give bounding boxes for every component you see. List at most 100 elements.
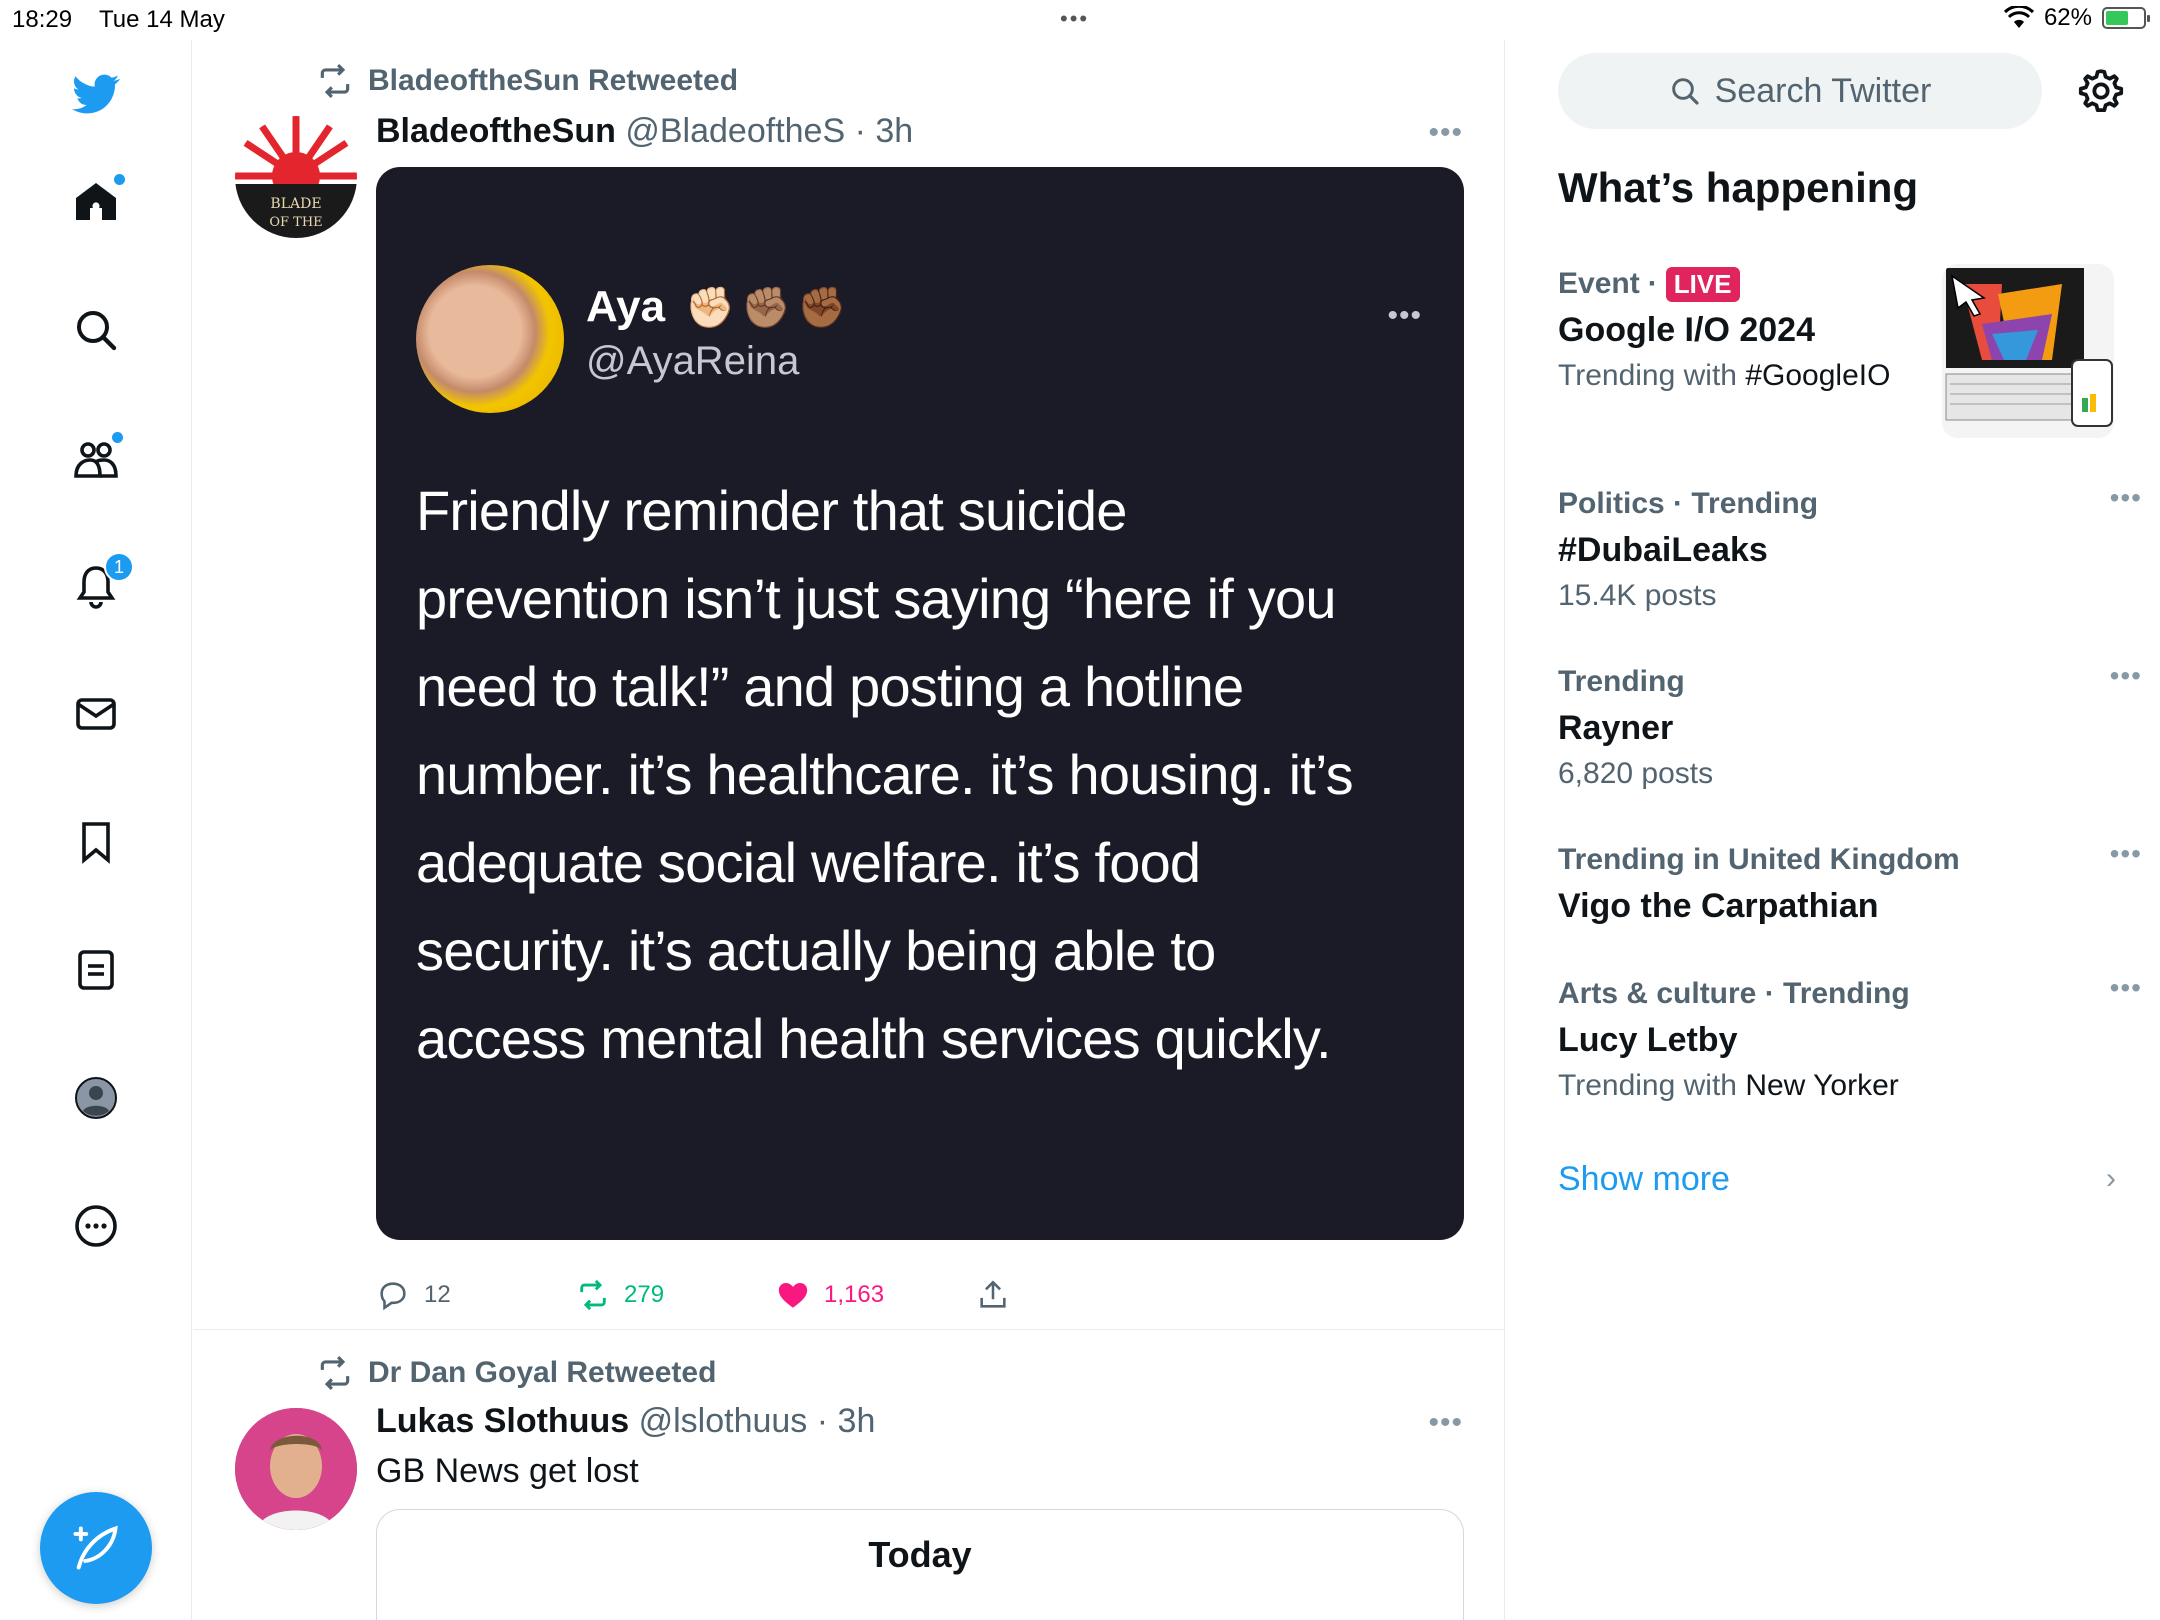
- battery-icon: [2102, 7, 2150, 29]
- svg-text:OF THE: OF THE: [269, 215, 322, 230]
- quoted-author-name: Aya: [586, 282, 666, 331]
- home-timeline: BladeoftheSun Retweeted BLADE OF THE Bla…: [193, 40, 1505, 1620]
- quoted-text-line: access mental health services quickly.: [416, 1007, 1332, 1070]
- home-icon: [76, 183, 116, 220]
- twitter-logo-icon[interactable]: [64, 62, 128, 126]
- trend-post-count: 6,820 posts: [1558, 757, 1714, 790]
- trend-sub-hashtag: #GoogleIO: [1745, 359, 1891, 392]
- share-button[interactable]: [976, 1278, 1176, 1312]
- nav-bookmarks[interactable]: [64, 810, 128, 874]
- heart-icon: [778, 1282, 808, 1308]
- nav-communities[interactable]: [64, 426, 128, 490]
- quoted-text-line: security. it’s actually being able to: [416, 919, 1216, 982]
- quoted-text-line: prevention isn’t just saying “here if yo…: [416, 567, 1337, 630]
- trend-category: Trending in United Kingdom: [1558, 843, 1960, 876]
- tweet-more-button[interactable]: •••: [1428, 116, 1463, 150]
- retweet-icon: [320, 64, 350, 98]
- wifi-icon: [2003, 6, 2034, 28]
- nav-home[interactable]: [64, 170, 128, 234]
- trend-more-button[interactable]: •••: [2110, 482, 2142, 514]
- profile-icon: [75, 1077, 117, 1119]
- search-placeholder: Search Twitter: [1714, 71, 1932, 110]
- quoted-author-avatar: [416, 265, 564, 413]
- trend-more-button[interactable]: •••: [2110, 838, 2142, 870]
- trend-sub-prefix: Trending with: [1558, 1069, 1737, 1102]
- tweet-card[interactable]: Today: [376, 1509, 1464, 1620]
- multitasking-dots[interactable]: •••: [1060, 6, 1089, 32]
- nav-lists[interactable]: [64, 938, 128, 1002]
- quoted-author-emojis: ✊🏻✊🏽✊🏾: [685, 286, 853, 330]
- nav-explore[interactable]: [64, 298, 128, 362]
- retweeted-by[interactable]: Dr Dan Goyal Retweeted: [368, 1356, 716, 1390]
- status-time: 18:29: [12, 6, 73, 33]
- card-title: Today: [868, 1534, 972, 1575]
- nav-notifications[interactable]: 1: [64, 552, 134, 618]
- nav-more[interactable]: [64, 1194, 128, 1258]
- trend-more-button[interactable]: •••: [2110, 660, 2142, 692]
- tweet-text: GB News get lost: [376, 1452, 639, 1490]
- trend-image[interactable]: [1942, 264, 2114, 438]
- status-date: Tue 14 May: [99, 6, 225, 33]
- google-io-illustration: [1942, 264, 2114, 438]
- trend-title: #DubaiLeaks: [1558, 531, 1768, 569]
- retweet-button[interactable]: 279: [576, 1278, 776, 1312]
- trend-item[interactable]: Arts & culture · Trending Lucy Letby Tre…: [1558, 972, 2141, 1108]
- tweet-header: Lukas Slothuus @lslothuus · 3h: [376, 1402, 875, 1441]
- reply-icon: [380, 1282, 406, 1311]
- trend-title: Lucy Letby: [1558, 1021, 1738, 1059]
- gear-icon[interactable]: [2076, 66, 2126, 116]
- quoted-text-line: adequate social welfare. it’s food: [416, 831, 1201, 894]
- trend-category: Politics · Trending: [1558, 487, 1819, 520]
- search-icon: [77, 311, 117, 351]
- avatar[interactable]: BLADE OF THE: [235, 116, 357, 238]
- trend-category: Trending: [1558, 665, 1685, 698]
- lists-icon: [78, 950, 114, 990]
- tweet-more-button[interactable]: •••: [1428, 1406, 1463, 1440]
- like-count: 1,163: [824, 1281, 885, 1308]
- avatar[interactable]: [235, 1408, 357, 1530]
- search-icon: [1671, 78, 1699, 105]
- trend-more-button[interactable]: •••: [2110, 972, 2142, 1004]
- left-navigation: 1: [0, 40, 192, 1620]
- author-name[interactable]: Lukas Slothuus: [376, 1402, 629, 1440]
- tweet-time[interactable]: · 3h: [817, 1402, 876, 1440]
- author-handle[interactable]: @BladeoftheS: [625, 112, 845, 150]
- reply-button[interactable]: 12: [376, 1278, 576, 1312]
- whats-happening-title: What’s happening: [1558, 164, 1919, 211]
- nav-profile[interactable]: [64, 1066, 128, 1130]
- quoted-text-line: number. it’s healthcare. it’s housing. i…: [416, 743, 1354, 806]
- battery-fill: [2106, 11, 2129, 25]
- tweet-time[interactable]: · 3h: [855, 112, 914, 150]
- mail-icon: [76, 698, 116, 730]
- retweet-icon: [580, 1279, 606, 1311]
- quoted-text: Friendly reminder that suicide preventio…: [416, 467, 1354, 1083]
- retweeted-by[interactable]: BladeoftheSun Retweeted: [368, 64, 738, 98]
- author-handle[interactable]: @lslothuus: [639, 1402, 808, 1440]
- trend-item[interactable]: Politics · Trending #DubaiLeaks 15.4K po…: [1558, 482, 2141, 618]
- retweet-context: BladeoftheSun Retweeted: [316, 62, 738, 100]
- share-icon: [980, 1280, 1006, 1308]
- notifications-badge: 1: [104, 552, 134, 582]
- quoted-author-handle: @AyaReina: [586, 339, 800, 383]
- show-more-link[interactable]: Show more: [1558, 1160, 1730, 1199]
- home-unread-dot: [114, 174, 125, 185]
- like-button[interactable]: 1,163: [776, 1278, 976, 1312]
- reply-count: 12: [424, 1281, 451, 1308]
- tweet-actions: 12 279 1,163: [376, 1278, 1176, 1312]
- chevron-right-icon[interactable]: ›: [2106, 1162, 2116, 1196]
- trend-sub-related: New Yorker: [1745, 1069, 1899, 1102]
- compose-tweet-button[interactable]: [40, 1492, 152, 1604]
- trend-subtitle: Trending with New Yorker: [1558, 1064, 2118, 1108]
- retweet-icon: [320, 1356, 350, 1390]
- nav-messages[interactable]: [64, 682, 128, 746]
- author-name[interactable]: BladeoftheSun: [376, 112, 616, 150]
- tweet-media[interactable]: Aya ✊🏻✊🏽✊🏾 @AyaReina ••• Friendly remind…: [376, 167, 1464, 1240]
- communities-unread-dot: [112, 432, 123, 443]
- status-right: 62%: [2003, 4, 2150, 32]
- search-input[interactable]: Search Twitter: [1558, 53, 2042, 129]
- trend-post-count: 15.4K posts: [1558, 579, 1717, 612]
- trend-item[interactable]: Trending in United Kingdom Vigo the Carp…: [1558, 838, 2141, 930]
- avatar-image: BLADE OF THE: [235, 116, 357, 238]
- more-icon: [75, 1205, 117, 1247]
- trend-item[interactable]: Trending Rayner 6,820 posts •••: [1558, 660, 2141, 796]
